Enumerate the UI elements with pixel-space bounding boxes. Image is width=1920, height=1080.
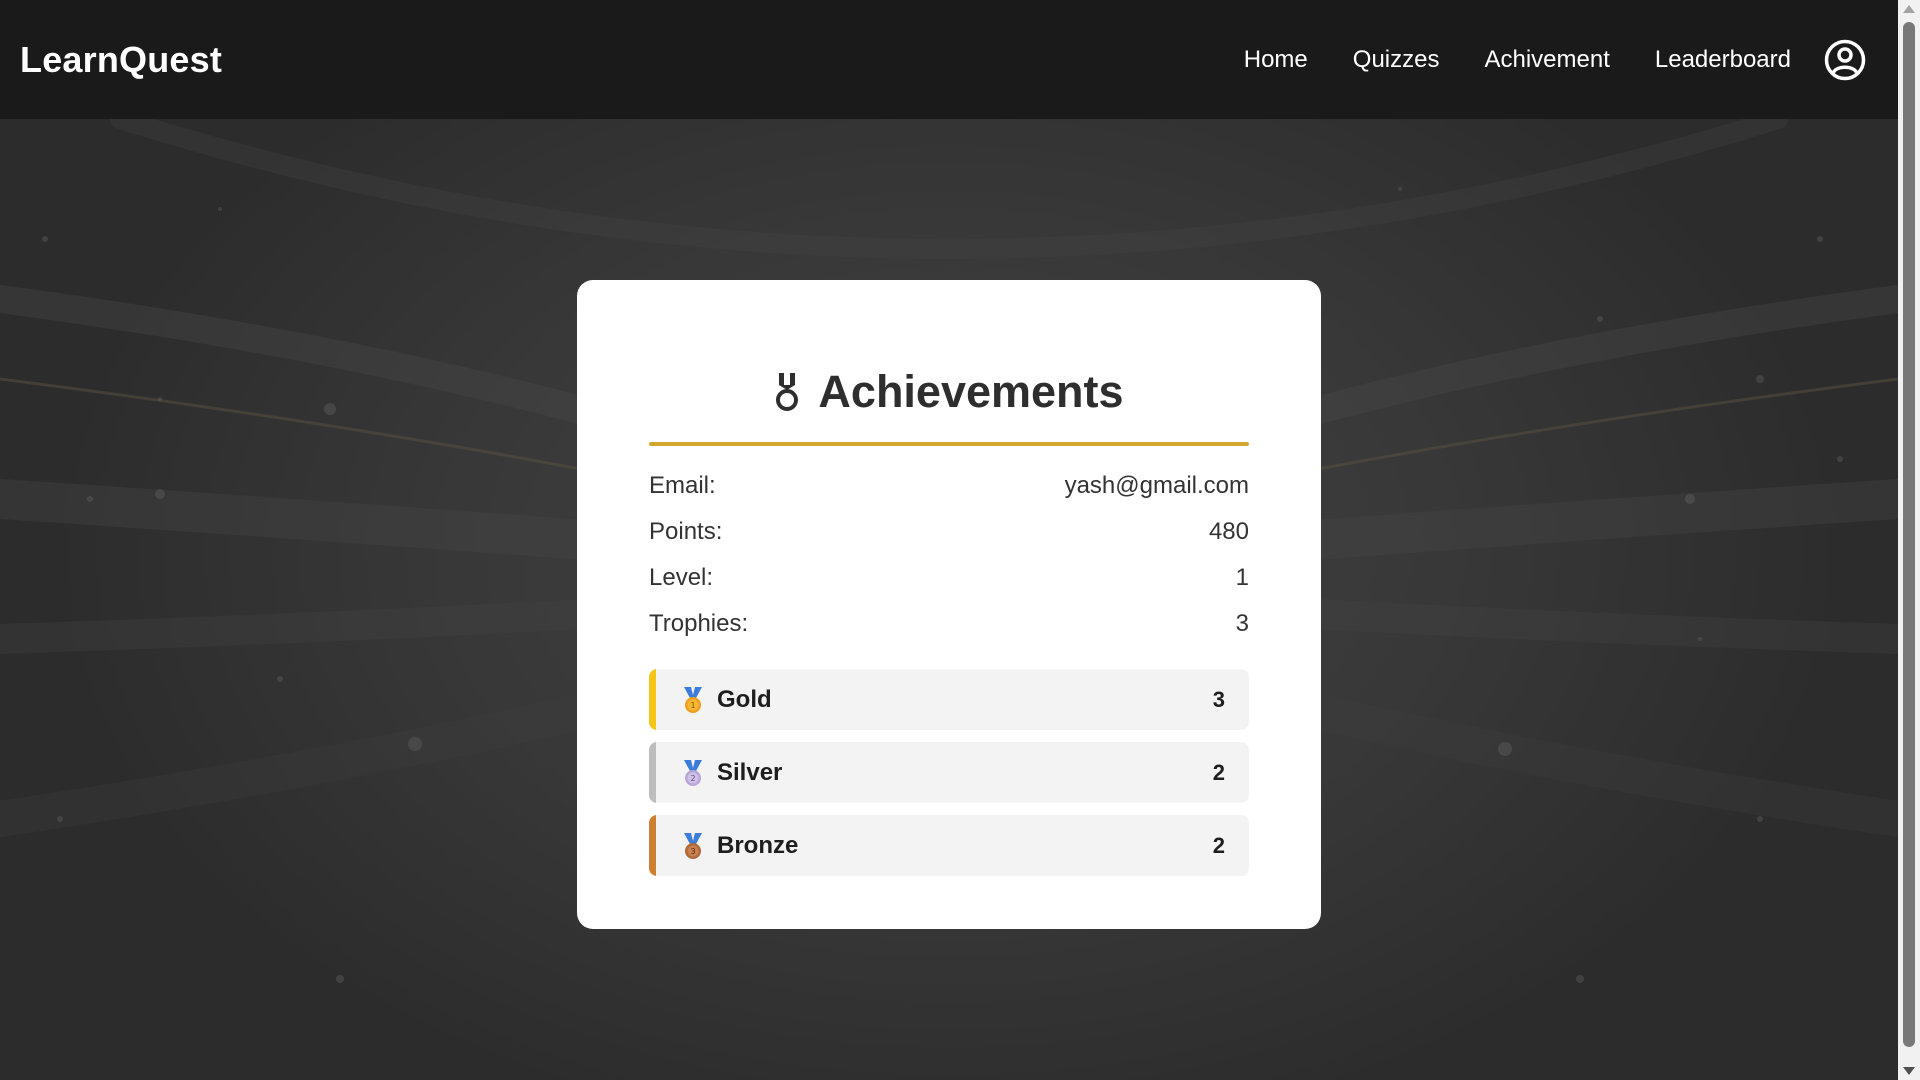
medal-name: Gold (717, 685, 772, 713)
nav-link-leaderboard[interactable]: Leaderboard (1655, 46, 1791, 74)
svg-text:1: 1 (690, 701, 695, 710)
scroll-down-button[interactable] (1898, 1062, 1920, 1080)
info-label: Points: (649, 518, 723, 545)
navbar: LearnQuest Home Quizzes Achivement Leade… (0, 0, 1898, 119)
svg-text:2: 2 (690, 774, 695, 783)
medal-row-silver: 2 Silver 2 (649, 742, 1249, 803)
scrollbar-thumb[interactable] (1903, 22, 1915, 1047)
medal-accent-bar (649, 669, 656, 730)
medal-accent-bar (649, 742, 656, 803)
info-row-email: Email: yash@gmail.com (649, 463, 1249, 509)
brand-logo[interactable]: LearnQuest (20, 39, 222, 81)
medal-count: 3 (1212, 686, 1225, 712)
info-row-level: Level: 1 (649, 555, 1249, 601)
user-circle-icon[interactable] (1824, 39, 1866, 81)
medal-count: 2 (1212, 832, 1225, 858)
title-underline (649, 442, 1249, 446)
medal-row-gold: 1 Gold 3 (649, 669, 1249, 730)
user-info-list: Email: yash@gmail.com Points: 480 Level:… (649, 463, 1249, 647)
page-title: Achievements (818, 366, 1124, 417)
medal-row-bronze: 3 Bronze 2 (649, 815, 1249, 876)
info-value: 1 (1235, 564, 1249, 591)
achievements-card: Achievements Email: yash@gmail.com Point… (577, 280, 1321, 929)
medal-list: 1 Gold 3 2 Silver 2 3 Bronze 2 (649, 669, 1249, 876)
nav-link-quizzes[interactable]: Quizzes (1353, 46, 1440, 74)
medal-count: 2 (1212, 759, 1225, 785)
medal-accent-bar (649, 815, 656, 876)
silver-medal-icon: 2 (681, 759, 705, 787)
medal-name: Bronze (717, 831, 799, 859)
scroll-up-button[interactable] (1898, 0, 1920, 18)
nav-links: Home Quizzes Achivement Leaderboard (1244, 39, 1878, 81)
page-scrollbar[interactable] (1898, 0, 1920, 1080)
info-value: yash@gmail.com (1064, 472, 1249, 499)
info-label: Email: (649, 472, 716, 499)
gold-medal-icon: 1 (681, 686, 705, 714)
info-row-points: Points: 480 (649, 509, 1249, 555)
nav-link-achivement[interactable]: Achivement (1484, 46, 1609, 74)
info-label: Level: (649, 564, 714, 591)
card-header: Achievements (649, 362, 1249, 422)
svg-text:3: 3 (690, 847, 695, 856)
info-row-trophies: Trophies: 3 (649, 601, 1249, 647)
info-value: 3 (1235, 610, 1249, 637)
bronze-medal-icon: 3 (681, 832, 705, 860)
medal-icon (774, 371, 800, 413)
medal-name: Silver (717, 758, 783, 786)
nav-link-home[interactable]: Home (1244, 46, 1308, 74)
info-value: 480 (1208, 518, 1249, 545)
info-label: Trophies: (649, 610, 749, 637)
